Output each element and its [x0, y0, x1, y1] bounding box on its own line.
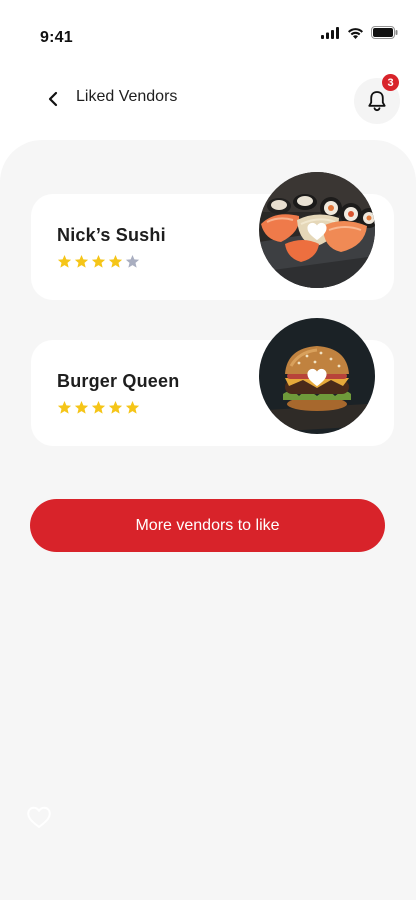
status-time: 9:41	[40, 29, 73, 46]
star-filled-icon	[91, 254, 106, 268]
status-bar: 9:41	[0, 0, 416, 70]
star-filled-icon	[74, 400, 89, 414]
back-button[interactable]	[40, 86, 66, 112]
wifi-icon	[348, 27, 363, 39]
star-empty-icon	[125, 254, 140, 268]
star-filled-icon	[57, 400, 72, 414]
battery-icon	[371, 26, 398, 39]
header: Liked Vendors	[0, 70, 416, 140]
vendor-card-nicks-sushi[interactable]: Nick’s Sushi	[31, 172, 394, 300]
heart-icon[interactable]	[306, 367, 328, 387]
star-rating	[57, 400, 140, 415]
bell-icon	[368, 91, 386, 112]
vendor-name: Nick’s Sushi	[57, 225, 166, 245]
vendor-name: Burger Queen	[57, 371, 180, 391]
star-filled-icon	[125, 400, 140, 414]
star-filled-icon	[74, 254, 89, 268]
page-title: Liked Vendors	[76, 88, 178, 105]
notification-badge: 3	[382, 74, 399, 91]
back-chevron-icon	[48, 91, 58, 107]
signal-icon	[321, 26, 339, 39]
star-rating	[57, 254, 140, 269]
status-icons	[321, 26, 398, 39]
burger-photo	[259, 318, 375, 434]
star-filled-icon	[91, 400, 106, 414]
more-vendors-button[interactable]: More vendors to like	[30, 499, 385, 552]
heart-icon[interactable]	[26, 805, 52, 829]
star-filled-icon	[57, 254, 72, 268]
star-filled-icon	[108, 254, 123, 268]
star-filled-icon	[108, 400, 123, 414]
vendor-card-burger-queen[interactable]: Burger Queen	[31, 318, 394, 446]
sushi-photo	[259, 172, 375, 288]
heart-icon[interactable]	[306, 221, 328, 241]
content-area: Nick’s Sushi Burger Queen More vendors t…	[0, 140, 416, 900]
